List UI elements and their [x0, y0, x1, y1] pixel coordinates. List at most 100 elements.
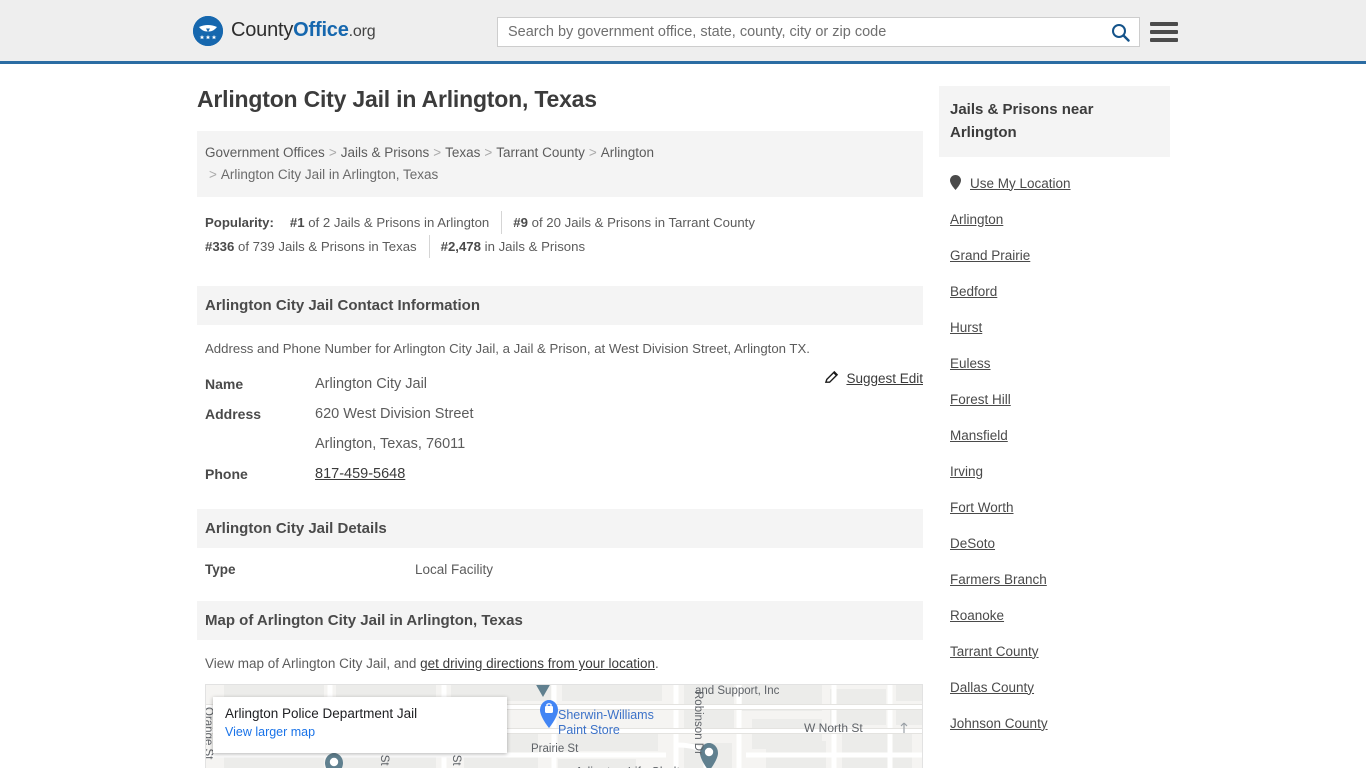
popularity-item-arlington: #1 of 2 Jails & Prisons in Arlington — [279, 211, 501, 234]
map-label-support-inc: and Support, Inc — [695, 685, 780, 697]
sidebar-item-forest-hill[interactable]: Forest Hill — [950, 381, 1170, 417]
countyoffice-eagle-icon — [193, 15, 223, 46]
contact-section-heading: Arlington City Jail Contact Information — [197, 286, 923, 325]
search-bar[interactable] — [497, 17, 1140, 47]
map-label-paint-store: Paint Store — [558, 723, 620, 737]
sidebar-item-irving[interactable]: Irving — [950, 453, 1170, 489]
sidebar-link-grand-prairie[interactable]: Grand Prairie — [950, 248, 1030, 263]
sidebar-link-tarrant-county[interactable]: Tarrant County — [950, 644, 1039, 659]
details-row-type: Type Local Facility — [197, 548, 923, 581]
sidebar-item-fort-worth[interactable]: Fort Worth — [950, 489, 1170, 525]
map-section-description: View map of Arlington City Jail, and get… — [197, 640, 923, 684]
menu-bar-3 — [1150, 38, 1178, 42]
phone-link[interactable]: 817-459-5648 — [315, 466, 405, 482]
sidebar-link-arlington[interactable]: Arlington — [950, 212, 1003, 227]
details-value-type: Local Facility — [415, 562, 494, 577]
site-header: CountyOffice.org — [0, 0, 1366, 64]
popularity-rank: #2,478 — [440, 239, 481, 254]
contact-label-name: Name — [205, 376, 244, 392]
brand-county: County — [231, 19, 294, 41]
sidebar-link-dallas-county[interactable]: Dallas County — [950, 680, 1034, 695]
map-desc-suffix: . — [654, 656, 659, 671]
sidebar-heading: Jails & Prisons near Arlington — [939, 86, 1170, 157]
sidebar-link-hurst[interactable]: Hurst — [950, 320, 982, 335]
use-my-location-link[interactable]: Use My Location — [970, 176, 1071, 191]
sidebar-link-euless[interactable]: Euless — [950, 356, 991, 371]
popularity-text: of 739 Jails & Prisons in Texas — [238, 239, 417, 254]
suggest-edit[interactable]: Suggest Edit — [824, 370, 923, 387]
breadcrumb-current: Arlington City Jail in Arlington, Texas — [220, 167, 439, 182]
brand-org: .org — [348, 23, 376, 40]
sidebar-link-mansfield[interactable]: Mansfield — [950, 428, 1008, 443]
suggest-edit-link[interactable]: Suggest Edit — [846, 371, 923, 386]
popularity-item-tarrant: #9 of 20 Jails & Prisons in Tarrant Coun… — [501, 211, 767, 234]
details-label-type: Type — [205, 562, 236, 577]
map-label-robinson-dr: Robinson Dr — [692, 691, 704, 755]
main-content: Arlington City Jail in Arlington, Texas … — [197, 86, 923, 768]
popularity-rank: #336 — [205, 239, 235, 254]
breadcrumb-item-jails-prisons[interactable]: Jails & Prisons — [341, 145, 430, 160]
sidebar-link-fort-worth[interactable]: Fort Worth — [950, 500, 1014, 515]
map-desc-prefix: View map of Arlington City Jail, and — [205, 656, 421, 671]
search-button[interactable] — [1101, 18, 1139, 46]
map-info-card[interactable]: Arlington Police Department Jail View la… — [213, 697, 507, 753]
brand-office: Office — [293, 19, 349, 41]
contact-label-phone: Phone — [205, 466, 248, 482]
sidebar-item-euless[interactable]: Euless — [950, 345, 1170, 381]
contact-value-city-state-zip: Arlington, Texas, 76011 — [315, 436, 466, 452]
sidebar-link-farmers-branch[interactable]: Farmers Branch — [950, 572, 1047, 587]
sidebar-item-bedford[interactable]: Bedford — [950, 273, 1170, 309]
sidebar-item-farmers-branch[interactable]: Farmers Branch — [950, 561, 1170, 597]
driving-directions-link[interactable]: get driving directions from your locatio… — [420, 656, 655, 671]
sidebar-item-tarrant-county[interactable]: Tarrant County — [950, 633, 1170, 669]
map-pin-icon — [950, 174, 961, 192]
hamburger-menu-icon[interactable] — [1150, 17, 1178, 47]
popularity-row-2: #336 of 739 Jails & Prisons in Texas #2,4… — [205, 235, 915, 258]
popularity-item-texas: #336 of 739 Jails & Prisons in Texas — [205, 235, 429, 258]
sidebar-link-irving[interactable]: Irving — [950, 464, 983, 479]
search-icon — [1111, 23, 1130, 42]
breadcrumb-item-texas[interactable]: Texas — [445, 145, 480, 160]
popularity-rank: #1 — [289, 215, 305, 230]
sidebar-item-roanoke[interactable]: Roanoke — [950, 597, 1170, 633]
contact-value-street: 620 West Division Street — [315, 406, 474, 422]
sidebar-list: Use My Location Arlington Grand Prairie … — [939, 157, 1170, 741]
breadcrumb-separator: > — [433, 145, 442, 160]
contact-section-description: Address and Phone Number for Arlington C… — [205, 341, 810, 356]
sidebar-link-forest-hill[interactable]: Forest Hill — [950, 392, 1011, 407]
sidebar-item-hurst[interactable]: Hurst — [950, 309, 1170, 345]
popularity-label: Popularity: — [205, 215, 274, 230]
sidebar-item-johnson-county[interactable]: Johnson County — [950, 705, 1170, 741]
breadcrumb-item-arlington[interactable]: Arlington — [601, 145, 654, 160]
view-larger-map-link[interactable]: View larger map — [225, 725, 315, 739]
sidebar-item-grand-prairie[interactable]: Grand Prairie — [950, 237, 1170, 273]
breadcrumb-item-government-offices[interactable]: Government Offices — [205, 145, 325, 160]
sidebar-item-arlington[interactable]: Arlington — [950, 201, 1170, 237]
map-label-sherwin-williams: Sherwin-Williams — [558, 708, 654, 722]
sidebar-item-use-my-location[interactable]: Use My Location — [950, 165, 1170, 201]
breadcrumb-item-tarrant-county[interactable]: Tarrant County — [496, 145, 585, 160]
contact-label-address: Address — [205, 406, 262, 422]
sidebar-item-desoto[interactable]: DeSoto — [950, 525, 1170, 561]
sidebar-item-mansfield[interactable]: Mansfield — [950, 417, 1170, 453]
breadcrumb-separator: > — [484, 145, 493, 160]
contact-row-name: Name Arlington City Jail — [205, 369, 915, 399]
sidebar: Jails & Prisons near Arlington Use My Lo… — [939, 86, 1170, 741]
sidebar-link-bedford[interactable]: Bedford — [950, 284, 997, 299]
map-section-heading: Map of Arlington City Jail in Arlington,… — [197, 601, 923, 640]
map-label-prairie-st: Prairie St — [531, 743, 579, 755]
sidebar-item-dallas-county[interactable]: Dallas County — [950, 669, 1170, 705]
contact-label-blank — [205, 429, 315, 459]
contact-row-phone: Phone 817-459-5648 — [205, 459, 915, 489]
menu-bar-1 — [1150, 22, 1178, 26]
sidebar-link-roanoke[interactable]: Roanoke — [950, 608, 1004, 623]
sidebar-link-johnson-county[interactable]: Johnson County — [950, 716, 1048, 731]
site-logo[interactable]: CountyOffice.org — [193, 15, 376, 46]
site-logo-text: CountyOffice.org — [231, 19, 376, 42]
page-title: Arlington City Jail in Arlington, Texas — [197, 86, 597, 112]
breadcrumb-separator: > — [588, 145, 597, 160]
map-embed[interactable]: and Support, Inc Sherwin-Williams Paint … — [205, 684, 923, 768]
map-label-w-north-st: W North St — [804, 721, 863, 735]
search-input[interactable] — [498, 18, 1101, 46]
sidebar-link-desoto[interactable]: DeSoto — [950, 536, 995, 551]
